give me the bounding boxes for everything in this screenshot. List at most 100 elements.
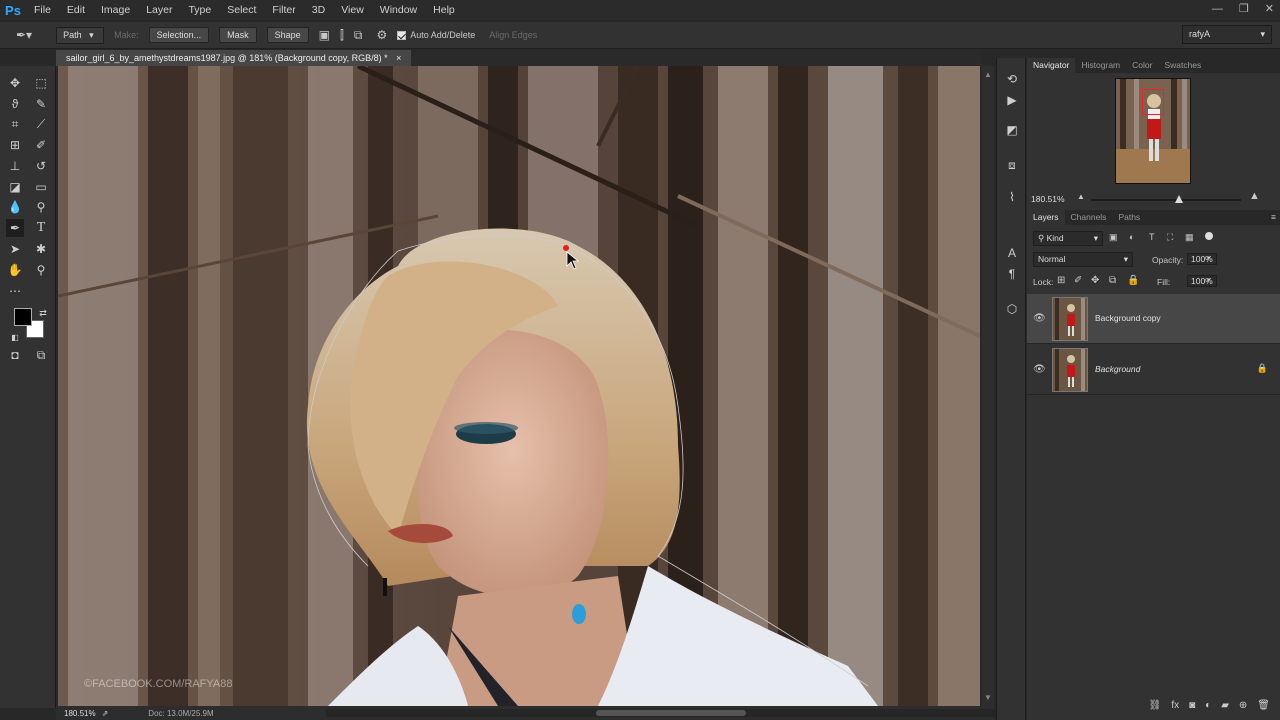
document-canvas[interactable]: ©FACEBOOK.COM/RAFYA88: [58, 66, 980, 706]
lock-all-icon[interactable]: 🔒: [1127, 275, 1139, 286]
add-mask-icon[interactable]: ◙: [1189, 700, 1195, 718]
swap-colors-icon[interactable]: ⇄: [34, 304, 52, 322]
styles-panel-icon[interactable]: ⧈: [1003, 156, 1021, 174]
menu-view[interactable]: View: [333, 0, 372, 20]
menu-file[interactable]: File: [26, 0, 59, 20]
filter-shape-icon[interactable]: ⛶: [1167, 232, 1173, 243]
navigator-preview[interactable]: [1115, 78, 1191, 184]
filter-smart-object-icon[interactable]: ▦: [1185, 232, 1194, 243]
opacity-value[interactable]: 100%: [1187, 253, 1217, 265]
auto-add-delete-checkbox[interactable]: Auto Add/Delete: [397, 30, 475, 40]
zoom-tool-icon[interactable]: ⚲: [32, 261, 50, 279]
align-edges-checkbox[interactable]: Align Edges: [489, 30, 537, 40]
lock-image-icon[interactable]: ✐: [1074, 275, 1082, 286]
export-icon[interactable]: ⇗: [102, 709, 109, 718]
menu-window[interactable]: Window: [372, 0, 425, 20]
clone-stamp-tool-icon[interactable]: ⊥: [6, 157, 24, 175]
hand-tool-icon[interactable]: ✋: [6, 261, 24, 279]
menu-image[interactable]: Image: [93, 0, 138, 20]
navigator-zoom-slider[interactable]: [1091, 199, 1241, 201]
filter-pixel-icon[interactable]: ▣: [1109, 232, 1118, 243]
move-tool-icon[interactable]: ✥: [6, 74, 24, 92]
screen-mode-icon[interactable]: ⧉: [32, 346, 50, 364]
horizontal-scroll-thumb[interactable]: [596, 710, 746, 716]
default-colors-icon[interactable]: ◧: [6, 328, 24, 346]
foreground-color-swatch[interactable]: [14, 308, 32, 326]
filter-toggle-icon[interactable]: [1205, 232, 1213, 240]
gradient-tool-icon[interactable]: ▭: [32, 178, 50, 196]
brush-settings-icon[interactable]: ⌇: [1003, 188, 1021, 206]
menu-edit[interactable]: Edit: [59, 0, 93, 20]
marquee-tool-icon[interactable]: ⬚: [32, 74, 50, 92]
layer-thumbnail[interactable]: [1052, 348, 1088, 392]
layer-row-background[interactable]: 👁 Background 🔒: [1027, 345, 1280, 395]
new-group-icon[interactable]: ▰: [1221, 700, 1229, 718]
fill-dropdown-icon[interactable]: ▾: [1207, 276, 1211, 284]
path-selection-tool-icon[interactable]: ➤: [6, 240, 24, 258]
navigator-zoom-handle[interactable]: [1175, 195, 1183, 203]
pen-tool-preset-icon[interactable]: ✒▾: [16, 28, 32, 42]
menu-type[interactable]: Type: [180, 0, 219, 20]
healing-brush-tool-icon[interactable]: ⊞: [6, 136, 24, 154]
navigator-zoom[interactable]: 180.51%: [1031, 194, 1065, 204]
horizontal-scrollbar[interactable]: [326, 709, 1026, 717]
visibility-eye-icon[interactable]: 👁: [1033, 314, 1046, 324]
tab-channels[interactable]: Channels: [1065, 210, 1113, 225]
tab-swatches[interactable]: Swatches: [1158, 58, 1207, 73]
tab-color[interactable]: Color: [1126, 58, 1158, 73]
close-tab-icon[interactable]: ×: [396, 53, 401, 63]
layer-style-icon[interactable]: fx: [1171, 700, 1179, 718]
lock-artboard-icon[interactable]: ⧉: [1109, 275, 1116, 286]
path-operations-icon[interactable]: ▣: [319, 28, 330, 42]
tool-mode-dropdown[interactable]: Path ▾: [56, 26, 105, 44]
filter-type-icon[interactable]: T: [1149, 232, 1155, 242]
close-button[interactable]: ✕: [1265, 0, 1274, 18]
history-brush-tool-icon[interactable]: ↺: [32, 157, 50, 175]
paragraph-panel-icon[interactable]: ¶: [1003, 265, 1021, 283]
history-panel-icon[interactable]: ⟲: [1003, 70, 1021, 88]
selection-button[interactable]: Selection...: [148, 27, 210, 43]
adjustment-layer-icon[interactable]: ◐: [1205, 700, 1211, 718]
layer-filter-dropdown[interactable]: ⚲ Kind ▾: [1033, 231, 1103, 246]
shape-button[interactable]: Shape: [266, 27, 309, 43]
lock-transparent-icon[interactable]: ⊞: [1057, 275, 1065, 286]
opacity-dropdown-icon[interactable]: ▾: [1207, 254, 1211, 262]
brush-tool-icon[interactable]: ✐: [32, 136, 50, 154]
adjustments-panel-icon[interactable]: ◩: [1003, 121, 1021, 139]
workspace-dropdown[interactable]: rafyA ▾: [1182, 25, 1272, 44]
dodge-tool-icon[interactable]: ⚲: [32, 198, 50, 216]
type-tool-icon[interactable]: T: [32, 219, 50, 237]
eraser-tool-icon[interactable]: ◪: [6, 178, 24, 196]
delete-layer-icon[interactable]: 🗑: [1257, 700, 1270, 718]
layer-name[interactable]: Background copy: [1095, 313, 1161, 323]
menu-filter[interactable]: Filter: [264, 0, 303, 20]
fill-value[interactable]: 100%: [1187, 275, 1217, 287]
new-layer-icon[interactable]: ⊕: [1239, 700, 1247, 718]
vertical-scrollbar[interactable]: ▲ ▼: [982, 66, 994, 706]
path-arrangement-icon[interactable]: ⧉: [354, 28, 363, 43]
zoom-out-icon[interactable]: ▲: [1077, 192, 1085, 201]
document-tab[interactable]: sailor_girl_6_by_amethystdreams1987.jpg …: [56, 50, 412, 66]
mask-button[interactable]: Mask: [219, 27, 257, 43]
tab-paths[interactable]: Paths: [1112, 210, 1146, 225]
zoom-level[interactable]: 180.51%: [64, 709, 96, 718]
layer-name[interactable]: Background: [1095, 364, 1140, 374]
menu-3d[interactable]: 3D: [304, 0, 333, 20]
path-alignment-icon[interactable]: ⫿: [340, 28, 344, 43]
zoom-in-icon[interactable]: ▲: [1249, 190, 1260, 202]
quick-mask-icon[interactable]: ◘: [6, 346, 24, 364]
tab-navigator[interactable]: Navigator: [1027, 58, 1076, 73]
navigator-view-box[interactable]: [1142, 89, 1164, 115]
more-tools-icon[interactable]: ⋯: [6, 282, 24, 300]
layer-row-background-copy[interactable]: 👁 Background copy: [1027, 294, 1280, 344]
menu-help[interactable]: Help: [425, 0, 463, 20]
minimize-button[interactable]: —: [1212, 0, 1223, 18]
pen-tool-icon[interactable]: ✒: [6, 219, 24, 237]
character-panel-icon[interactable]: A: [1003, 244, 1021, 262]
link-layers-icon[interactable]: ⛓: [1149, 700, 1162, 718]
quick-selection-tool-icon[interactable]: ✎: [32, 95, 50, 113]
restore-button[interactable]: ❐: [1239, 0, 1249, 18]
tab-histogram[interactable]: Histogram: [1075, 58, 1126, 73]
visibility-eye-icon[interactable]: 👁: [1033, 365, 1046, 375]
custom-shape-tool-icon[interactable]: ✱: [32, 240, 50, 258]
